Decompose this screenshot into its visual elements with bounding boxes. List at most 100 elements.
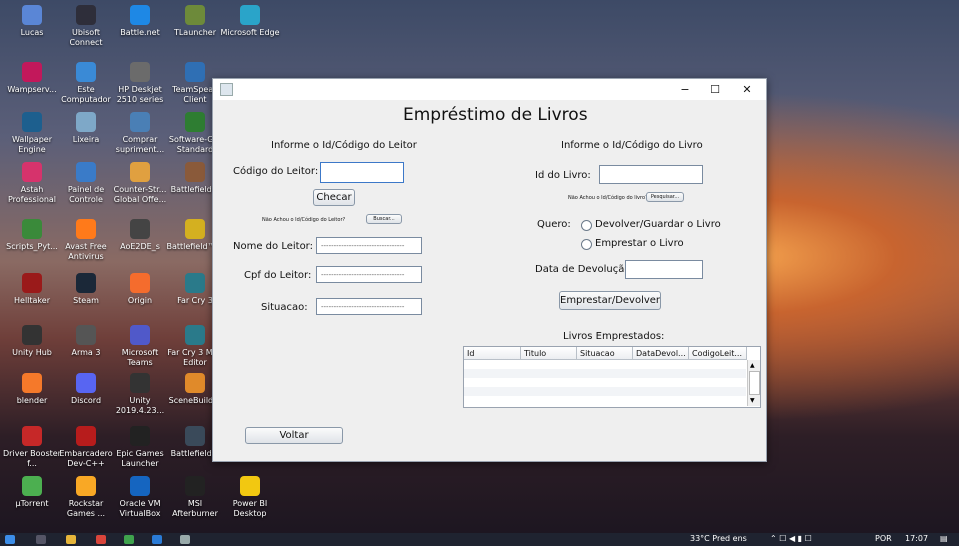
desktop-icon[interactable]: Wampserv... <box>2 62 62 95</box>
app-icon[interactable] <box>185 162 205 182</box>
scroll-up-icon[interactable]: ▲ <box>750 362 755 369</box>
codigo-leitor-input[interactable] <box>320 162 404 183</box>
app-icon[interactable] <box>22 62 42 82</box>
desktop-icon[interactable]: Lucas <box>2 5 62 38</box>
tray-icons[interactable]: ⌃ ☐ ◀ ▮ ☐ <box>770 534 812 543</box>
app-icon[interactable] <box>76 325 96 345</box>
app-icon[interactable] <box>22 219 42 239</box>
notification-icon[interactable]: ▤ <box>940 534 948 543</box>
table-row[interactable] <box>464 369 746 378</box>
table-row[interactable] <box>464 387 746 396</box>
app-icon[interactable] <box>76 373 96 393</box>
desktop-icon[interactable]: Epic Games Launcher <box>110 426 170 469</box>
app-icon[interactable] <box>22 476 42 496</box>
search-icon[interactable] <box>36 535 46 544</box>
app-icon[interactable] <box>185 325 205 345</box>
desktop-icon[interactable]: TLauncher <box>165 5 225 38</box>
desktop-icon[interactable]: Rockstar Games ... <box>56 476 116 519</box>
title-bar[interactable]: − ☐ ✕ <box>213 79 766 100</box>
emprestar-devolver-button[interactable]: Emprestar/Devolver <box>559 291 661 310</box>
clock[interactable]: 17:07 <box>905 534 928 543</box>
id-livro-input[interactable] <box>599 165 703 184</box>
desktop-icon[interactable]: Steam <box>56 273 116 306</box>
windows-start-icon[interactable] <box>5 535 15 544</box>
scroll-down-icon[interactable]: ▼ <box>750 397 755 404</box>
voltar-button[interactable]: Voltar <box>245 427 343 444</box>
taskbar-app-icon[interactable] <box>152 535 162 544</box>
desktop-icon[interactable]: Arma 3 <box>56 325 116 358</box>
desktop-icon[interactable]: Unity Hub <box>2 325 62 358</box>
desktop-icon[interactable]: Painel de Controle <box>56 162 116 205</box>
emprestar-radio[interactable] <box>581 239 592 250</box>
app-icon[interactable] <box>185 426 205 446</box>
app-icon[interactable] <box>22 373 42 393</box>
app-icon[interactable] <box>185 5 205 25</box>
app-icon[interactable] <box>240 5 260 25</box>
situacao-field[interactable]: --------------------------------- <box>316 298 422 315</box>
checar-button[interactable]: Checar <box>313 189 355 206</box>
table-header-datadevol[interactable]: DataDevol... <box>633 347 689 360</box>
opera-icon[interactable] <box>96 535 106 544</box>
app-icon[interactable] <box>130 62 150 82</box>
livros-emprestados-table[interactable]: Id Titulo Situacao DataDevol... CodigoLe… <box>463 346 761 408</box>
app-icon[interactable] <box>76 162 96 182</box>
chrome-icon[interactable] <box>124 535 134 544</box>
app-icon[interactable] <box>130 373 150 393</box>
pesquisar-button[interactable]: Pesquisar... <box>646 192 684 202</box>
desktop-icon[interactable]: Wallpaper Engine <box>2 112 62 155</box>
app-icon[interactable] <box>130 273 150 293</box>
app-icon[interactable] <box>76 219 96 239</box>
devolver-radio-label[interactable]: Devolver/Guardar o Livro <box>595 219 721 230</box>
devolver-radio[interactable] <box>581 220 592 231</box>
app-icon[interactable] <box>76 5 96 25</box>
table-header-titulo[interactable]: Titulo <box>521 347 577 360</box>
desktop-icon[interactable]: HP Deskjet 2510 series <box>110 62 170 105</box>
app-icon[interactable] <box>240 476 260 496</box>
app-icon[interactable] <box>130 5 150 25</box>
app-icon[interactable] <box>130 426 150 446</box>
desktop-icon[interactable]: Battle.net <box>110 5 170 38</box>
desktop-icon[interactable]: MSI Afterburner <box>165 476 225 519</box>
language-indicator[interactable]: POR <box>875 534 892 543</box>
app-icon[interactable] <box>130 112 150 132</box>
app-icon[interactable] <box>22 426 42 446</box>
app-icon[interactable] <box>185 112 205 132</box>
desktop-icon[interactable]: Unity 2019.4.23... <box>110 373 170 416</box>
desktop-icon[interactable]: µTorrent <box>2 476 62 509</box>
table-scrollbar[interactable]: ▲ ▼ <box>747 360 760 406</box>
desktop-icon[interactable]: Embarcadero Dev-C++ <box>56 426 116 469</box>
emprestar-radio-label[interactable]: Emprestar o Livro <box>595 238 684 249</box>
desktop-icon[interactable]: Helltaker <box>2 273 62 306</box>
app-icon[interactable] <box>22 112 42 132</box>
desktop-icon[interactable]: blender <box>2 373 62 406</box>
weather-widget[interactable]: 33°C Pred ens <box>690 534 765 543</box>
nome-leitor-field[interactable]: --------------------------------- <box>316 237 422 254</box>
minimize-button[interactable]: − <box>671 81 699 98</box>
data-devolucao-input[interactable] <box>625 260 703 279</box>
app-icon[interactable] <box>76 273 96 293</box>
app-icon[interactable] <box>185 219 205 239</box>
desktop-icon[interactable]: Comprar supriment... <box>110 112 170 155</box>
desktop-icon[interactable]: Microsoft Teams <box>110 325 170 368</box>
desktop-icon[interactable]: Driver Booster f... <box>2 426 62 469</box>
scroll-thumb[interactable] <box>749 371 760 395</box>
app-icon[interactable] <box>130 162 150 182</box>
app-icon[interactable] <box>76 476 96 496</box>
app-icon[interactable] <box>76 426 96 446</box>
java-taskbar-icon[interactable] <box>180 535 190 544</box>
cpf-leitor-field[interactable]: --------------------------------- <box>316 266 422 283</box>
file-explorer-icon[interactable] <box>66 535 76 544</box>
desktop-icon[interactable]: Oracle VM VirtualBox <box>110 476 170 519</box>
desktop-icon[interactable]: Avast Free Antivirus <box>56 219 116 262</box>
desktop-icon[interactable]: Counter-Str... Global Offe... <box>110 162 170 205</box>
app-icon[interactable] <box>130 476 150 496</box>
app-icon[interactable] <box>185 476 205 496</box>
table-header-codigoleit[interactable]: CodigoLeit... <box>689 347 747 360</box>
app-icon[interactable] <box>76 62 96 82</box>
desktop-icon[interactable]: AoE2DE_s <box>110 219 170 252</box>
desktop-icon[interactable]: Este Computador <box>56 62 116 105</box>
app-icon[interactable] <box>22 325 42 345</box>
desktop-icon[interactable]: Microsoft Edge <box>220 5 280 38</box>
desktop-icon[interactable]: Ubisoft Connect <box>56 5 116 48</box>
app-icon[interactable] <box>22 273 42 293</box>
